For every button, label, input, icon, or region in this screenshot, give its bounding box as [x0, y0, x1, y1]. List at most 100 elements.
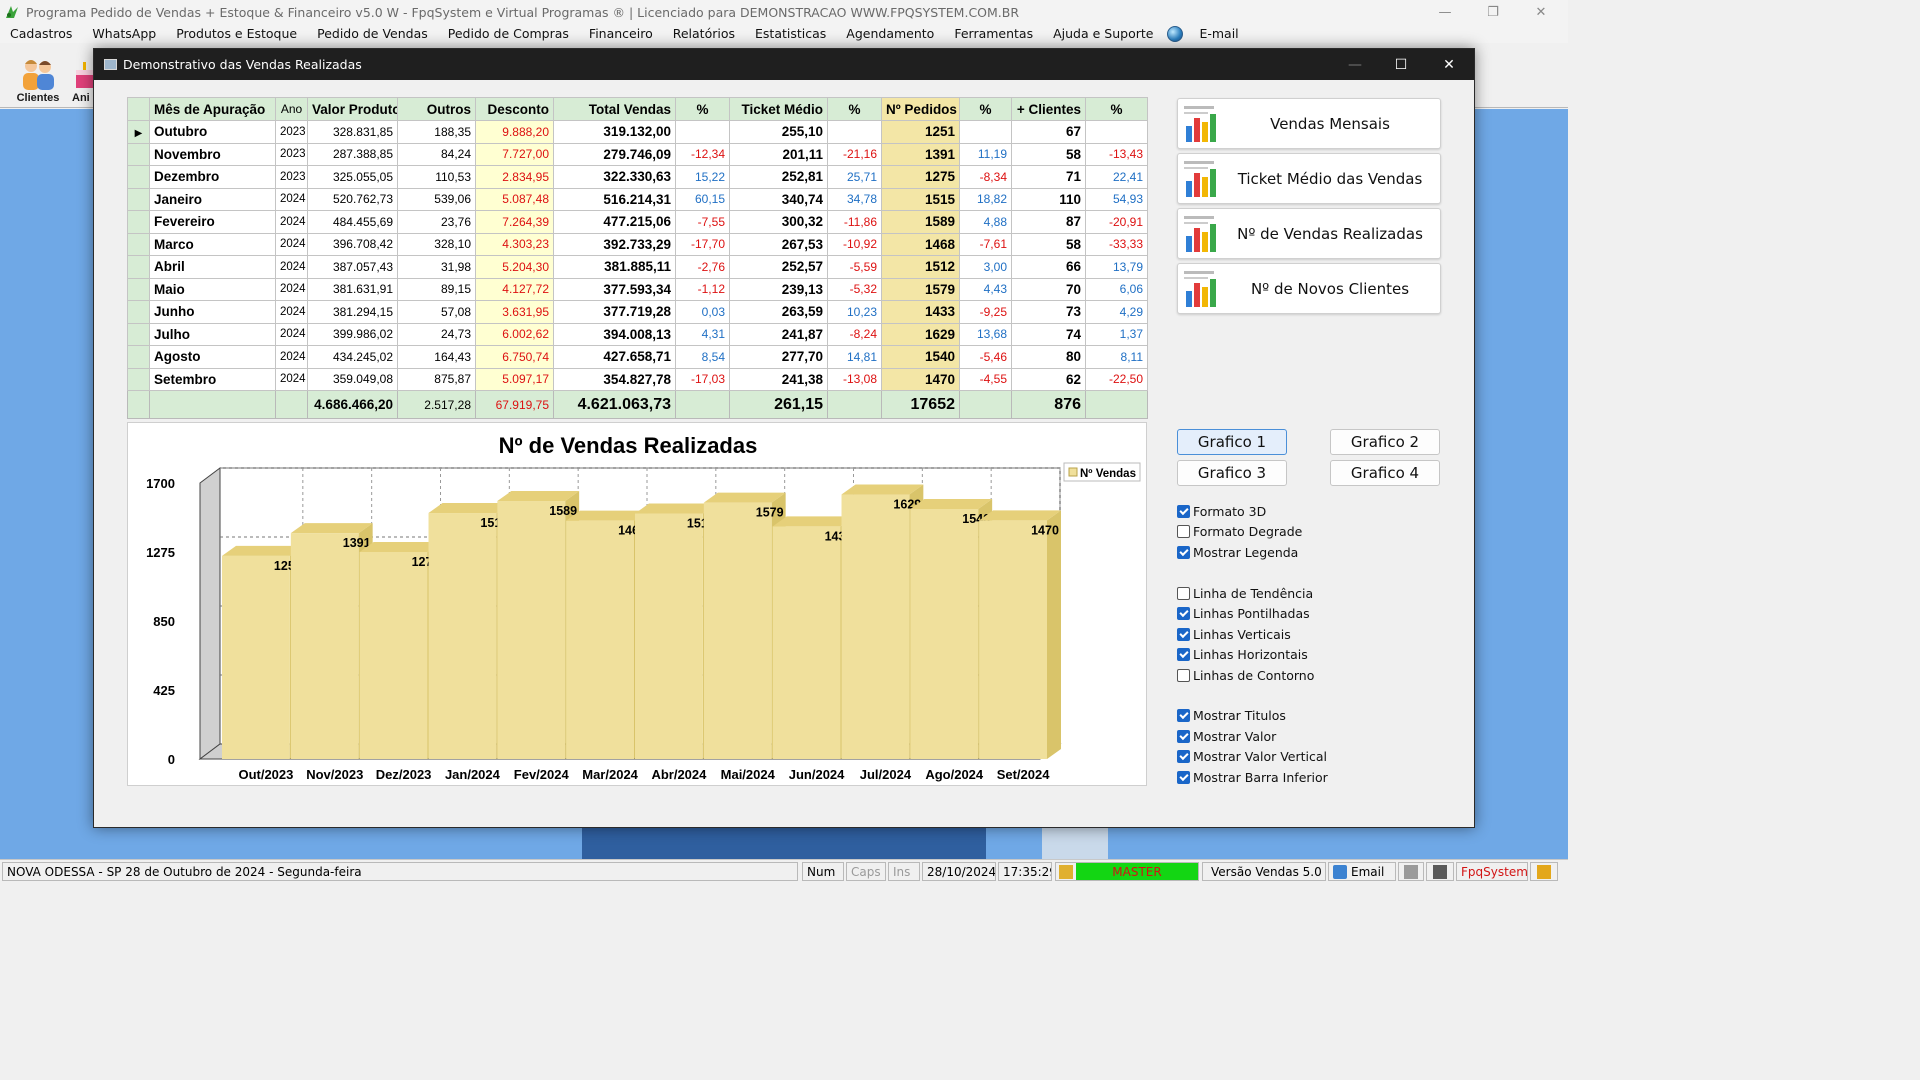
globe-icon[interactable] [1167, 25, 1184, 42]
option-4[interactable]: Linhas Pontilhadas [1177, 604, 1310, 622]
grid-cell[interactable]: 23,76 [397, 210, 476, 234]
dialog-maximize-button[interactable]: ☐ [1378, 49, 1424, 80]
option-8[interactable]: Mostrar Titulos [1177, 706, 1286, 724]
grid-cell[interactable]: 164,43 [397, 345, 476, 369]
row-indicator[interactable] [127, 255, 150, 279]
grafico-2-button[interactable]: Grafico 2 [1330, 429, 1440, 455]
grid-cell[interactable]: 110 [1011, 187, 1086, 211]
grid-cell[interactable]: 6.750,74 [475, 345, 554, 369]
grid-cell[interactable]: 1433 [881, 300, 960, 324]
restore-app-button[interactable]: ❐ [1470, 0, 1516, 24]
grid-cell[interactable]: -20,91 [1085, 210, 1148, 234]
grid-cell[interactable]: 2023 [275, 120, 308, 144]
grid-cell[interactable]: 477.215,06 [553, 210, 676, 234]
row-indicator[interactable]: ▶ [127, 120, 150, 144]
grid-cell[interactable]: 241,87 [729, 322, 828, 346]
menu-ferramentas[interactable]: Ferramentas [948, 26, 1039, 41]
grid-cell[interactable]: 54,93 [1085, 187, 1148, 211]
grid-cell[interactable]: 394.008,13 [553, 322, 676, 346]
grid-cell[interactable]: 66 [1011, 255, 1086, 279]
grid-cell[interactable]: 1251 [881, 120, 960, 144]
grid-cell[interactable]: 80 [1011, 345, 1086, 369]
grid-cell[interactable]: 60,15 [675, 187, 730, 211]
grid-cell[interactable]: 319.132,00 [553, 120, 676, 144]
grid-cell[interactable]: 7.727,00 [475, 142, 554, 166]
grid-cell[interactable]: 267,53 [729, 232, 828, 256]
grid-cell[interactable]: 24,73 [397, 322, 476, 346]
grid-cell[interactable]: 3,00 [959, 255, 1012, 279]
table-row[interactable]: Julho 2024 399.986,02 24,73 6.002,62 394.008,… [127, 322, 1148, 346]
grafico-3-button[interactable]: Grafico 3 [1177, 460, 1287, 486]
grid-cell[interactable]: Janeiro [149, 187, 276, 211]
grid-cell[interactable]: -5,59 [827, 255, 882, 279]
grid-cell[interactable]: 1,37 [1085, 322, 1148, 346]
grid-cell[interactable]: 4,88 [959, 210, 1012, 234]
row-indicator[interactable] [127, 367, 150, 391]
row-indicator[interactable] [127, 165, 150, 189]
grid-cell[interactable]: 5.097,17 [475, 367, 554, 391]
grid-cell[interactable]: 322.330,63 [553, 165, 676, 189]
clientes-toolbar-button[interactable]: Clientes [12, 48, 64, 106]
grid-cell[interactable]: 2024 [275, 210, 308, 234]
table-row[interactable]: Setembro 2024 359.049,08 875,87 5.097,17 354.… [127, 367, 1148, 391]
grid-cell[interactable]: 2023 [275, 165, 308, 189]
grid-cell[interactable]: 5.204,30 [475, 255, 554, 279]
grid-cell[interactable]: 340,74 [729, 187, 828, 211]
header-total-vendas[interactable]: Total Vendas [553, 97, 676, 121]
grid-cell[interactable]: 15,22 [675, 165, 730, 189]
grid-cell[interactable]: -1,12 [675, 277, 730, 301]
option-1[interactable]: Formato Degrade [1177, 522, 1302, 540]
checkbox-icon[interactable] [1177, 524, 1190, 538]
table-row[interactable]: Abril 2024 387.057,43 31,98 5.204,30 381.885,… [127, 255, 1148, 279]
grid-cell[interactable]: 2024 [275, 345, 308, 369]
grid-cell[interactable]: 1275 [881, 165, 960, 189]
grid-cell[interactable]: Julho [149, 322, 276, 346]
grid-cell[interactable]: 58 [1011, 142, 1086, 166]
checkbox-icon[interactable] [1177, 647, 1190, 661]
grid-cell[interactable]: 1470 [881, 367, 960, 391]
option-0[interactable]: Formato 3D [1177, 502, 1266, 520]
grid-cell[interactable]: 287.388,85 [307, 142, 398, 166]
grid-cell[interactable]: -8,24 [827, 322, 882, 346]
grid-cell[interactable]: 516.214,31 [553, 187, 676, 211]
status-email-button[interactable]: Email [1328, 862, 1396, 881]
status-calculator-button[interactable] [1530, 862, 1558, 881]
row-indicator[interactable] [127, 277, 150, 301]
grid-cell[interactable]: 4,43 [959, 277, 1012, 301]
table-row[interactable]: Marco 2024 396.708,42 328,10 4.303,23 392.733… [127, 232, 1148, 256]
num-vendas-button[interactable]: Nº de Vendas Realizadas [1177, 208, 1441, 259]
grid-cell[interactable]: 381.885,11 [553, 255, 676, 279]
grid-cell[interactable]: 5.087,48 [475, 187, 554, 211]
grid-cell[interactable]: 22,41 [1085, 165, 1148, 189]
checkbox-icon[interactable] [1177, 586, 1190, 600]
grid-cell[interactable]: 1512 [881, 255, 960, 279]
menu-estatisticas[interactable]: Estatisticas [749, 26, 832, 41]
status-keyboard-button[interactable] [1426, 862, 1454, 881]
grid-cell[interactable]: 277,70 [729, 345, 828, 369]
checkbox-icon[interactable] [1177, 708, 1190, 722]
header-valor-produto[interactable]: Valor Produto [307, 97, 398, 121]
grid-cell[interactable]: 4,29 [1085, 300, 1148, 324]
header-pct-clientes[interactable]: % [1085, 97, 1148, 121]
option-9[interactable]: Mostrar Valor [1177, 727, 1276, 745]
grid-cell[interactable]: Junho [149, 300, 276, 324]
option-7[interactable]: Linhas de Contorno [1177, 666, 1314, 684]
grid-cell[interactable]: 377.593,34 [553, 277, 676, 301]
header-ano[interactable]: Ano [275, 97, 308, 121]
header-pct-total[interactable]: % [675, 97, 730, 121]
row-indicator[interactable] [127, 142, 150, 166]
grid-cell[interactable]: 377.719,28 [553, 300, 676, 324]
sales-grid[interactable]: Mês de Apuração Ano Valor Produto Outros… [127, 97, 1148, 419]
grid-cell[interactable]: 279.746,09 [553, 142, 676, 166]
grid-cell[interactable]: -13,43 [1085, 142, 1148, 166]
grid-cell[interactable]: 58 [1011, 232, 1086, 256]
header-pct-pedidos[interactable]: % [959, 97, 1012, 121]
grid-cell[interactable]: -17,70 [675, 232, 730, 256]
grid-cell[interactable]: 392.733,29 [553, 232, 676, 256]
grid-cell[interactable] [959, 120, 1012, 144]
header-desconto[interactable]: Desconto [475, 97, 554, 121]
menu-produtos-estoque[interactable]: Produtos e Estoque [170, 26, 303, 41]
grid-cell[interactable]: 31,98 [397, 255, 476, 279]
row-indicator[interactable] [127, 300, 150, 324]
grid-cell[interactable]: 74 [1011, 322, 1086, 346]
